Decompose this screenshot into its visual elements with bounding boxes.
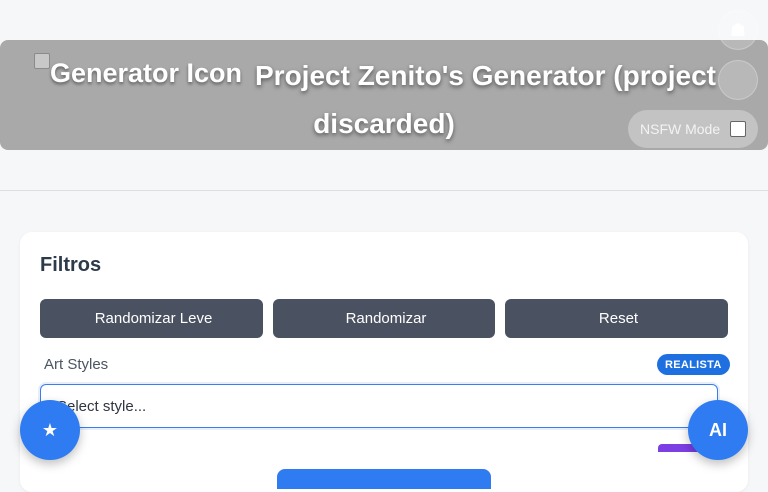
favorites-fab[interactable]: ★: [20, 400, 80, 460]
reset-button[interactable]: Reset: [505, 299, 728, 338]
generate-button[interactable]: [277, 469, 491, 489]
menu-button[interactable]: [718, 60, 758, 100]
nsfw-toggle[interactable]: NSFW Mode: [628, 110, 758, 148]
ai-fab[interactable]: AI: [688, 400, 748, 460]
header-bottom-bar: [0, 150, 768, 191]
top-strip: [0, 0, 768, 40]
page-title-line1: Project Zenito's Generator (project: [255, 60, 716, 91]
art-style-select[interactable]: Select style...: [40, 384, 718, 428]
generator-logo: Generator Icon: [34, 50, 264, 94]
filters-card: [20, 232, 748, 492]
theme-toggle-button[interactable]: ☗: [718, 10, 758, 50]
generator-logo-alt: Generator Icon: [50, 58, 243, 88]
broken-image-icon: [34, 53, 50, 69]
realista-badge: REALISTA: [657, 354, 730, 375]
art-styles-label: Art Styles: [40, 356, 108, 373]
randomize-button[interactable]: Randomizar: [273, 299, 495, 338]
reset-label: Reset: [598, 310, 639, 327]
star-icon: ★: [41, 419, 59, 440]
nsfw-label: NSFW Mode: [640, 121, 721, 137]
art-styles-text: Art Styles: [44, 356, 109, 373]
home-icon: ☗: [729, 19, 747, 40]
randomize-light-label: Randomizar Leve: [94, 310, 213, 327]
filters-title: Filtros: [40, 254, 102, 276]
randomize-light-button[interactable]: Randomizar Leve: [40, 299, 263, 338]
nsfw-checkbox[interactable]: [730, 121, 746, 137]
randomize-label: Randomizar: [345, 310, 427, 327]
ai-fab-label: AI: [709, 419, 727, 440]
